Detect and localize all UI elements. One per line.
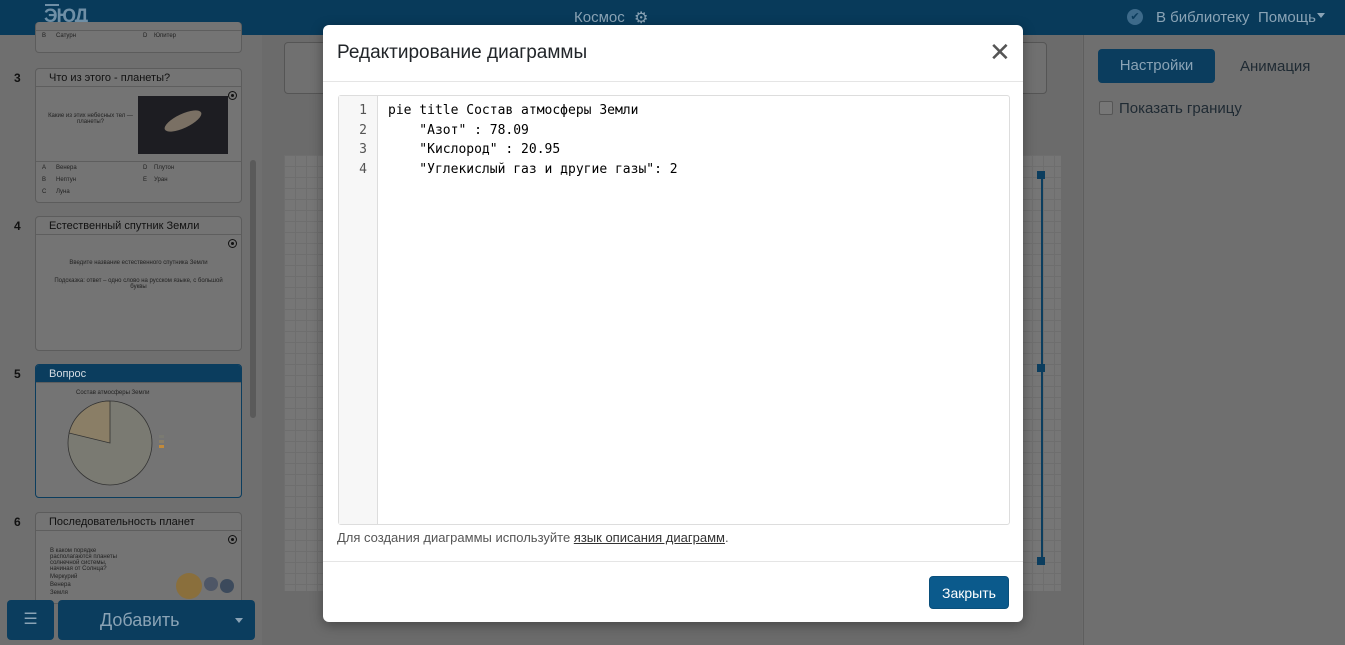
line-number: 2: [359, 122, 367, 138]
option-letter: A: [42, 165, 47, 171]
option-letter: C: [42, 189, 47, 195]
code-line[interactable]: "Азот" : 78.09: [388, 123, 529, 138]
option-text: Юпитер: [154, 33, 177, 39]
option-text: Сатурн: [56, 33, 77, 39]
line-number-gutter: 1 2 3 4: [339, 96, 378, 524]
galaxy-image: [138, 96, 228, 154]
chevron-down-icon[interactable]: [1317, 13, 1325, 18]
slide-thumbnail-6[interactable]: Последовательность планет В каком порядк…: [35, 512, 242, 604]
slide-thumbnail[interactable]: B Сатурн D Юпитер: [35, 22, 242, 53]
list-view-button[interactable]: ☰: [7, 600, 54, 640]
show-border-checkbox[interactable]: [1099, 101, 1113, 115]
option-letter: E: [143, 177, 148, 183]
line-number: 4: [359, 161, 367, 177]
code-line[interactable]: "Кислород" : 20.95: [388, 142, 560, 157]
chart-title: Состав атмосферы Земли: [76, 390, 150, 396]
radio-icon: [228, 535, 237, 544]
slide-number: 6: [14, 515, 21, 529]
hint-suffix: .: [724, 530, 729, 545]
slide-title: Что из этого - планеты?: [36, 69, 241, 87]
close-icon[interactable]: ✕: [989, 39, 1011, 65]
close-button[interactable]: Закрыть: [929, 576, 1009, 609]
slide-title: Последовательность планет: [36, 513, 241, 531]
hint-text: Подсказка: ответ – одно слово на русском…: [54, 278, 223, 290]
resize-handle[interactable]: [1037, 557, 1045, 565]
document-title[interactable]: Космос: [574, 9, 625, 26]
to-library-link[interactable]: В библиотеку: [1156, 9, 1249, 26]
option-letter: B: [42, 33, 47, 39]
add-button-label: Добавить: [100, 610, 180, 630]
slide-thumbnail-4[interactable]: Естественный спутник Земли Введите назва…: [35, 216, 242, 351]
dialog-title: Редактирование диаграммы: [337, 42, 588, 63]
option-text: Венера: [56, 165, 77, 171]
line-number: 1: [359, 103, 367, 118]
check-circle-icon: ✔: [1127, 9, 1143, 25]
chevron-down-icon[interactable]: [235, 618, 243, 623]
slide-title: Естественный спутник Земли: [36, 217, 241, 235]
planet-image: [176, 573, 202, 599]
option-text: Уран: [154, 177, 168, 183]
add-slide-button[interactable]: Добавить: [58, 600, 255, 640]
option-text: Луна: [56, 189, 70, 195]
slide-title: Вопрос: [36, 365, 241, 383]
option-text: Венера: [50, 582, 71, 588]
radio-icon: [228, 239, 237, 248]
code-editor[interactable]: 1 2 3 4 pie title Состав атмосферы Земли…: [338, 95, 1010, 525]
chart-edit-dialog: Редактирование диаграммы ✕ 1 2 3 4 pie t…: [323, 25, 1023, 622]
legend-swatch: [159, 435, 164, 438]
planet-image: [220, 579, 234, 593]
resize-handle[interactable]: [1037, 171, 1045, 179]
diagram-language-link[interactable]: язык описания диаграмм: [574, 530, 725, 545]
resize-handle[interactable]: [1037, 364, 1045, 372]
slide-number: 4: [14, 219, 21, 233]
option-text: Плутон: [154, 165, 175, 171]
code-line[interactable]: pie title Состав атмосферы Земли: [388, 103, 638, 118]
tab-settings[interactable]: Настройки: [1098, 49, 1215, 83]
help-menu[interactable]: Помощь: [1258, 9, 1316, 26]
option-text: Меркурий: [50, 574, 78, 580]
show-border-label: Показать границу: [1119, 100, 1242, 117]
sidebar-scrollbar[interactable]: [250, 160, 256, 418]
divider: [323, 561, 1023, 562]
option-text: Земля: [50, 590, 68, 596]
option-letter: D: [143, 165, 148, 171]
tab-animation[interactable]: Анимация: [1240, 58, 1310, 75]
slide-thumbnail-3[interactable]: Что из этого - планеты? Какие из этих не…: [35, 68, 242, 203]
question-text: Какие из этих небесных тел — планеты?: [48, 113, 133, 125]
option-letter: D: [143, 33, 148, 39]
slide-number: 3: [14, 71, 21, 85]
radio-icon: [228, 91, 237, 100]
question-text: В каком порядке располагаются планеты со…: [50, 548, 117, 572]
slide-thumbnail-5[interactable]: Вопрос Состав атмосферы Земли: [35, 364, 242, 498]
properties-panel: [1083, 35, 1345, 645]
legend-swatch: [159, 440, 164, 443]
line-number: 3: [359, 142, 367, 157]
option-text: Нептун: [56, 177, 77, 183]
divider: [323, 81, 1023, 82]
pie-chart-thumbnail: [67, 400, 153, 486]
help-text: Для создания диаграммы используйте язык …: [337, 530, 729, 545]
code-line[interactable]: "Углекислый газ и другие газы": 2: [388, 162, 677, 177]
slide-number: 5: [14, 367, 21, 381]
option-letter: B: [42, 177, 47, 183]
question-text: Введите название естественного спутника …: [69, 260, 208, 266]
hint-prefix: Для создания диаграммы используйте: [337, 530, 574, 545]
planet-image: [204, 577, 218, 591]
legend-swatch: [159, 445, 164, 448]
